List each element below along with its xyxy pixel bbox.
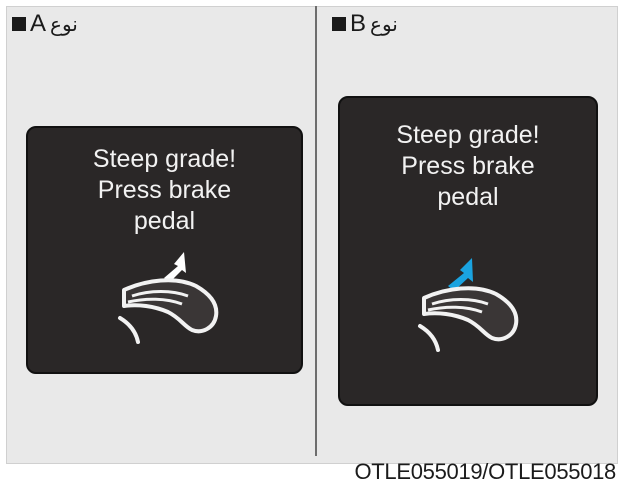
figure-caption: OTLE055019/OTLE055018 [354,459,616,484]
press-arrow-icon [164,252,186,282]
brake-pedal-icon [418,258,519,352]
panel-a-type-word: نوع [50,12,78,36]
square-bullet-icon [12,17,26,31]
panel-b-letter: B [350,10,367,37]
cluster-screen-a: Steep grade! Press brake pedal [26,126,303,374]
panel-a-label: A نوع [12,10,78,38]
panel-divider [315,6,317,456]
cluster-screen-b: Steep grade! Press brake pedal [338,96,598,406]
panel-a-letter: A [30,10,47,37]
warning-message: Steep grade! Press brake pedal [92,145,237,235]
square-bullet-icon [332,17,346,31]
warning-message: Steep grade! Press brake pedal [396,121,540,211]
brake-pedal-icon [118,252,219,344]
press-arrow-icon [448,258,473,291]
panel-b-type-word: نوع [370,12,398,36]
panel-b-label: B نوع [332,10,398,38]
